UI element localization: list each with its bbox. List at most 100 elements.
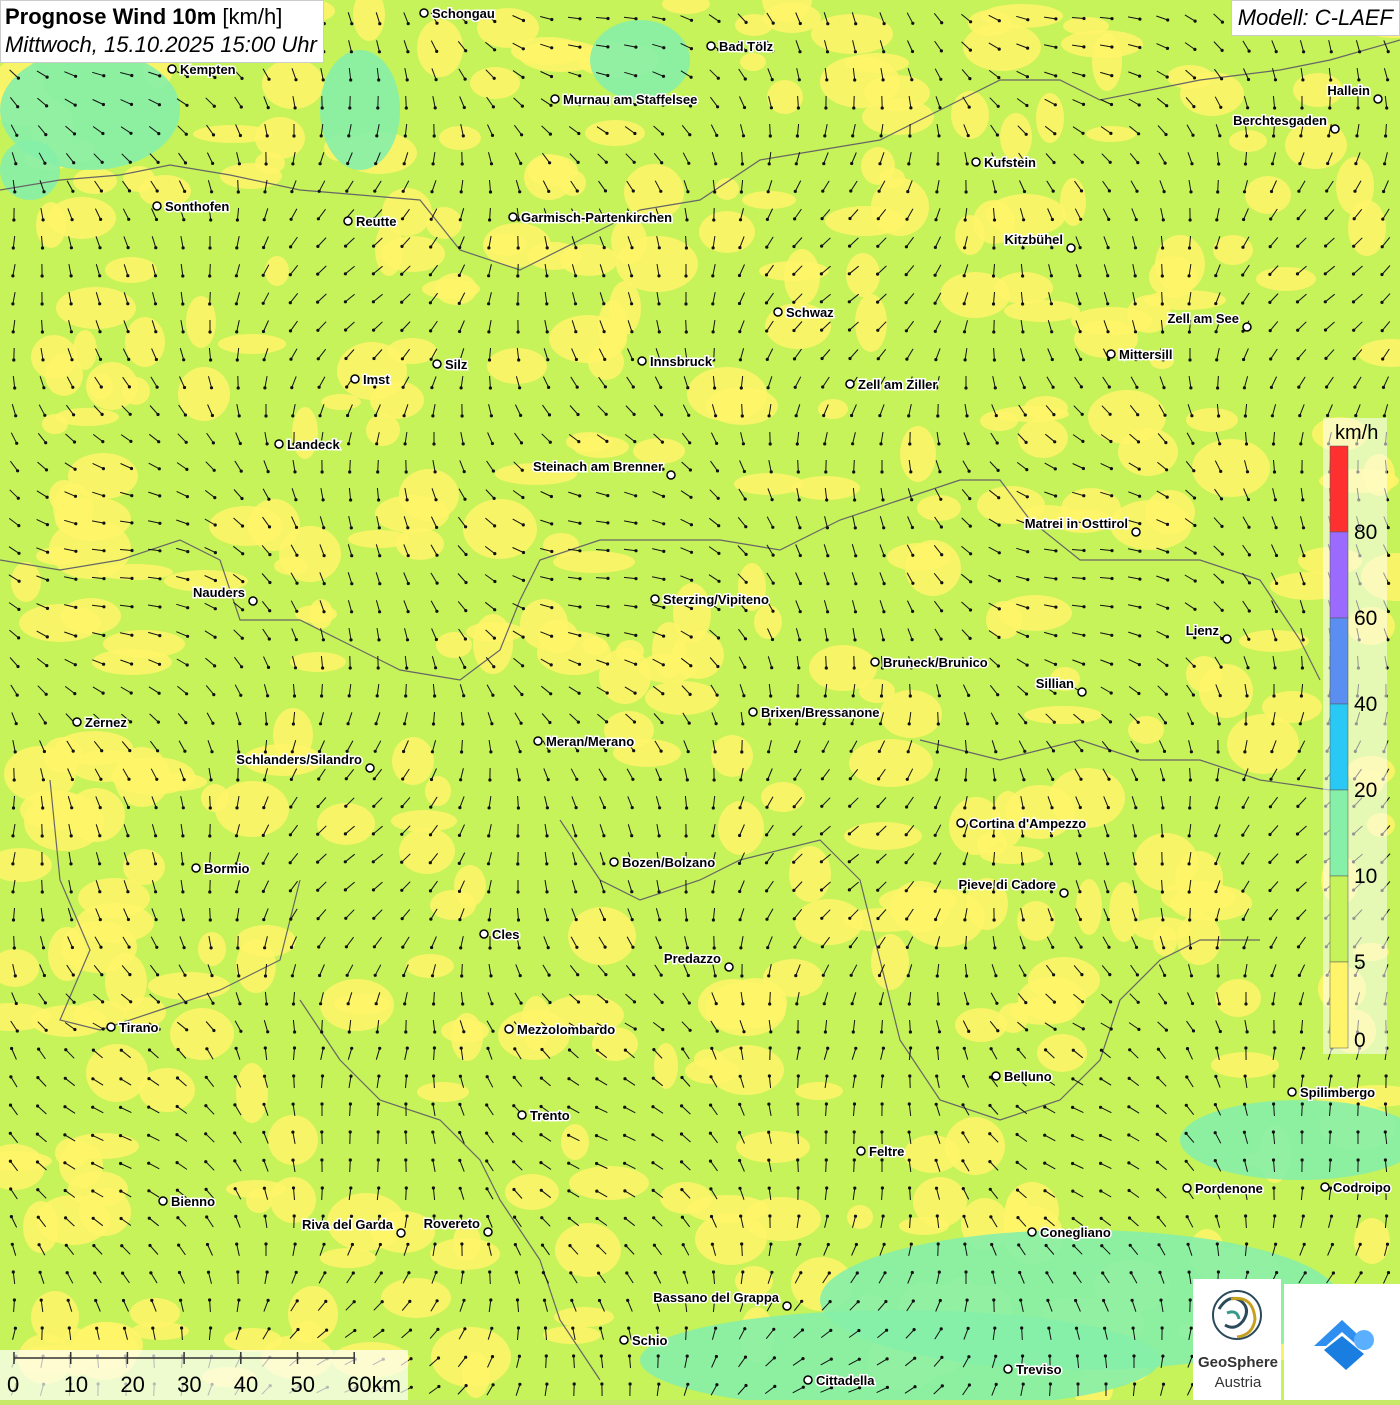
wind-arrow-head <box>660 721 663 724</box>
wind-arrow-head <box>1272 442 1275 445</box>
calm-wind-patch <box>561 1124 589 1160</box>
wind-arrow-head <box>186 578 189 581</box>
wind-arrow-head <box>1138 18 1141 21</box>
wind-arrow-head <box>578 605 581 608</box>
wind-arrow-head <box>820 245 823 248</box>
wind-arrow-head <box>743 470 746 473</box>
wind-arrow-head <box>158 692 161 695</box>
wind-arrow-head <box>1050 806 1053 809</box>
wind-arrow-head <box>41 834 44 837</box>
wind-arrow-head <box>910 1243 913 1246</box>
wind-arrow-head <box>714 750 717 753</box>
wind-arrow-head <box>1384 1102 1387 1105</box>
wind-arrow-head <box>881 1186 884 1189</box>
calm-wind-patch <box>1227 714 1299 774</box>
wind-arrow-head <box>634 17 637 20</box>
wind-arrow-head <box>1269 805 1272 808</box>
wind-arrow-head <box>1050 330 1053 333</box>
wind-arrow-head <box>350 554 353 557</box>
wind-arrow-head <box>434 666 437 669</box>
wind-arrow-head <box>464 581 467 584</box>
wind-arrow-head <box>464 553 467 556</box>
wind-arrow-head <box>940 581 943 584</box>
calm-wind-patch <box>1192 439 1270 497</box>
wind-arrow-head <box>685 246 688 249</box>
calm-wind-patch <box>1076 879 1102 935</box>
wind-arrow-head <box>294 1243 297 1246</box>
wind-arrow-head <box>1110 663 1113 666</box>
wind-arrow-head <box>963 918 966 921</box>
wind-arrow-head <box>1248 581 1251 584</box>
wind-arrow-head <box>405 1186 408 1189</box>
wind-arrow-head <box>375 1002 378 1005</box>
wind-arrow <box>798 1076 799 1088</box>
calm-wind-patch <box>439 126 481 150</box>
wind-arrow-head <box>1128 1048 1131 1051</box>
wind-arrow-head <box>740 750 743 753</box>
calm-wind-patch <box>391 810 457 832</box>
wind-arrow-head <box>575 358 578 361</box>
wind-arrow-head <box>295 526 298 529</box>
wind-arrow-head <box>1192 693 1195 696</box>
wind-arrow-head <box>738 274 741 277</box>
wind-arrow-head <box>911 22 914 25</box>
wind-arrow-head <box>71 190 74 193</box>
wind-arrow-head <box>938 1271 941 1274</box>
wind-arrow-head <box>214 579 217 582</box>
wind-arrow-head <box>183 946 186 949</box>
wind-arrow-head <box>1245 134 1248 137</box>
wind-arrow-head <box>404 1030 407 1033</box>
wind-arrow-head <box>1100 1049 1103 1052</box>
wind-arrow-head <box>605 132 608 135</box>
wind-arrow-head <box>520 693 523 696</box>
wind-arrow-head <box>1193 665 1196 668</box>
wind-arrow-head <box>488 806 491 809</box>
wind-arrow-head <box>796 1102 799 1105</box>
wind-arrow-head <box>1193 524 1196 527</box>
wind-arrow-head <box>372 329 375 332</box>
wind-arrow-head <box>487 302 490 305</box>
wind-arrow-head <box>714 974 717 977</box>
wind-arrow-head <box>1189 778 1192 781</box>
wind-arrow-head <box>1272 1186 1275 1189</box>
calm-wind-patch <box>399 828 455 874</box>
wind-arrow-head <box>1053 440 1056 443</box>
wind-arrow-head <box>966 722 969 725</box>
wind-arrow-head <box>1383 162 1386 165</box>
wind-arrow-head <box>212 133 215 136</box>
wind-arrow-head <box>574 246 577 249</box>
wind-arrow-head <box>767 750 770 753</box>
wind-arrow-head <box>1106 302 1109 305</box>
wind-arrow-head <box>1109 132 1112 135</box>
wind-arrow-head <box>740 190 743 193</box>
wind-arrow-head <box>577 132 580 135</box>
wind-arrow <box>798 460 799 472</box>
wind-arrow-head <box>1331 1243 1334 1246</box>
wind-arrow-head <box>72 973 75 976</box>
wind-arrow-head <box>1354 162 1357 165</box>
wind-arrow-head <box>660 161 663 164</box>
wind-arrow-head <box>263 946 266 949</box>
wind-arrow-head <box>378 1047 381 1050</box>
wind-arrow-head <box>744 637 747 640</box>
wind-arrow-head <box>102 663 105 666</box>
wind-arrow-head <box>767 1131 770 1134</box>
wind-arrow-head <box>797 666 800 669</box>
wind-arrow-head <box>1025 441 1028 444</box>
wind-arrow-head <box>516 890 519 893</box>
wind-arrow-head <box>375 442 378 445</box>
wind-arrow-head <box>293 470 296 473</box>
wind-arrow-head <box>690 551 693 554</box>
wind-arrow-head <box>99 946 102 949</box>
wind-arrow-head <box>596 1049 599 1052</box>
wind-arrow-head <box>1051 358 1054 361</box>
wind-arrow-head <box>825 498 828 501</box>
wind-arrow-head <box>431 750 434 753</box>
wind-arrow-head <box>1302 638 1305 641</box>
wind-arrow-head <box>521 76 524 79</box>
wind-arrow-head <box>1302 582 1305 585</box>
wind-arrow-head <box>934 1131 937 1134</box>
wind-arrow-head <box>14 750 17 753</box>
wind-arrow-head <box>16 469 19 472</box>
wind-arrow-head <box>177 1048 180 1051</box>
